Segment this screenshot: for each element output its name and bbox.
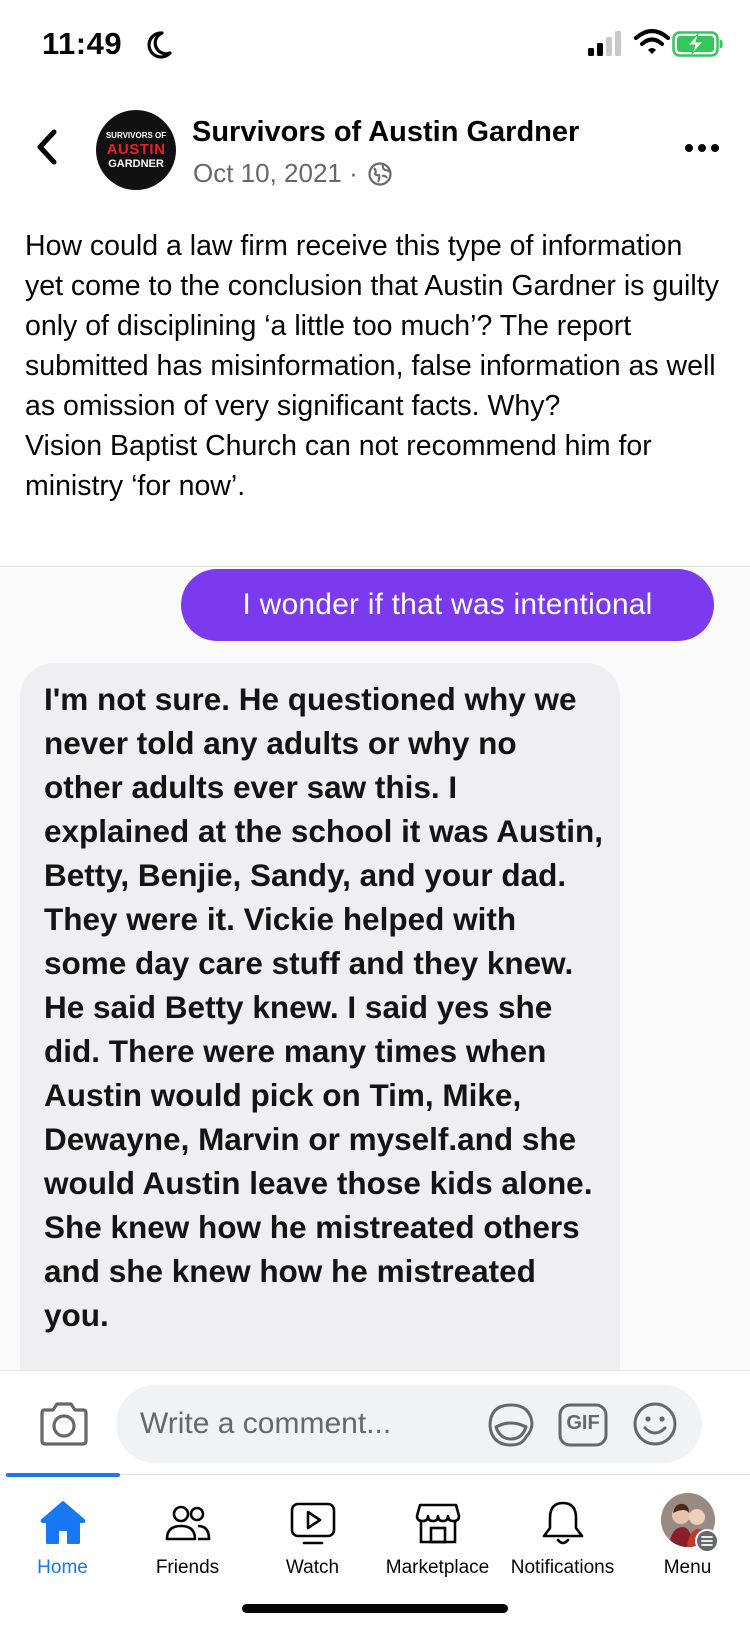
battery-charging-icon [672, 31, 723, 57]
menu-badge-icon [695, 1529, 719, 1553]
avatar-logo-text: SURVIVORS OF [105, 131, 167, 140]
status-bar: 11:49 [0, 0, 750, 92]
watch-icon [290, 1502, 335, 1545]
bell-icon [542, 1501, 583, 1545]
tab-label: Notifications [510, 1557, 615, 1578]
tab-bar: Home Friends Watch Marketplace Notificat… [0, 1473, 750, 1625]
wifi-icon [634, 29, 670, 54]
post-paragraph: How could a law firm receive this type o… [25, 230, 719, 422]
tab-label: Marketplace [385, 1557, 490, 1578]
tab-marketplace[interactable]: Marketplace [375, 1475, 500, 1585]
avatar-logo-text: GARDNER [108, 158, 164, 170]
tab-menu[interactable]: Menu [625, 1475, 750, 1585]
gif-button[interactable]: GIF [558, 1403, 608, 1447]
sticker-icon[interactable] [486, 1401, 536, 1449]
tab-label: Menu [663, 1557, 712, 1578]
moon-icon [147, 31, 172, 59]
tab-label: Home [37, 1557, 88, 1578]
comment-bar: GIF [0, 1370, 750, 1475]
post-paragraph: Vision Baptist Church can not recommend … [25, 430, 652, 502]
avatar-logo-text: AUSTIN [106, 141, 166, 158]
post-header: SURVIVORS OF AUSTIN GARDNER Survivors of… [0, 100, 750, 200]
marketplace-icon [415, 1503, 460, 1544]
received-message-bubble: I'm not sure. He questioned why we never… [20, 663, 620, 1370]
tab-friends[interactable]: Friends [125, 1475, 250, 1585]
tab-watch[interactable]: Watch [250, 1475, 375, 1585]
sent-message-bubble: I wonder if that was intentional [181, 569, 714, 641]
status-time: 11:49 [42, 26, 123, 61]
camera-icon[interactable] [38, 1401, 90, 1447]
globe-icon [368, 162, 392, 186]
friends-icon [165, 1505, 210, 1541]
post-text: How could a law firm receive this type o… [25, 226, 725, 506]
signal-icon [588, 31, 621, 56]
tab-label: Watch [285, 1557, 340, 1578]
post-image[interactable]: I wonder if that was intentional I'm not… [0, 567, 750, 1370]
received-message-text: I'm not sure. He questioned why we never… [44, 681, 603, 1333]
back-button[interactable] [28, 124, 68, 170]
page-avatar[interactable]: SURVIVORS OF AUSTIN GARDNER [96, 110, 176, 190]
home-icon [40, 1501, 85, 1544]
home-indicator [242, 1604, 508, 1613]
tab-home[interactable]: Home [0, 1475, 125, 1585]
more-options-button[interactable] [684, 140, 720, 156]
comment-input[interactable] [116, 1385, 702, 1463]
tab-label: Friends [155, 1557, 220, 1578]
gif-label: GIF [566, 1412, 600, 1434]
page-name[interactable]: Survivors of Austin Gardner [192, 116, 579, 149]
post-date[interactable]: Oct 10, 2021 · [193, 158, 358, 189]
emoji-icon[interactable] [632, 1401, 678, 1447]
tab-notifications[interactable]: Notifications [500, 1475, 625, 1585]
